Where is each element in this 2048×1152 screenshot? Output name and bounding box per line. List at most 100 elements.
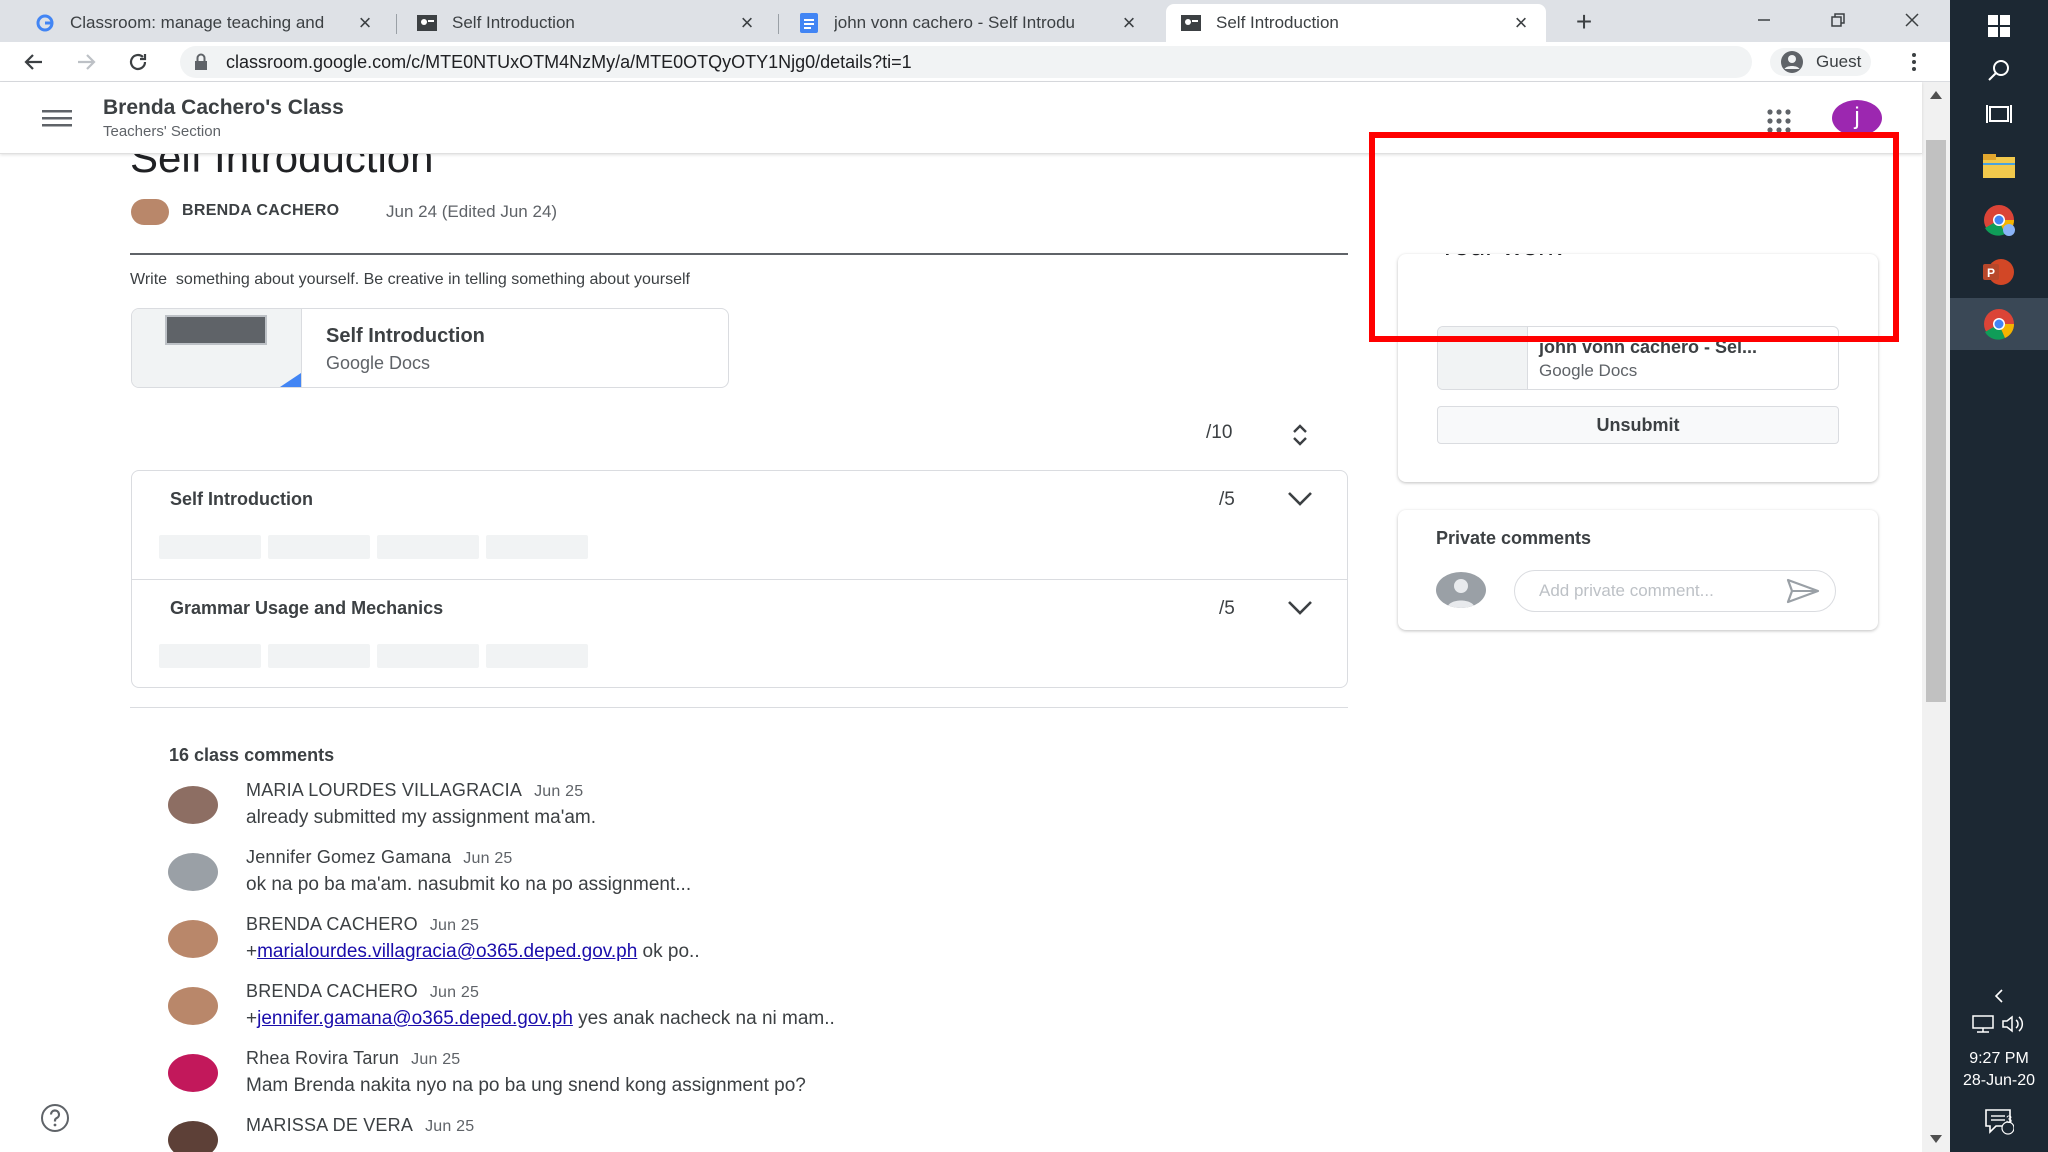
class-comments-count[interactable]: 16 class comments [169,745,334,766]
unsubmit-button[interactable]: Unsubmit [1437,406,1839,444]
attachment-card[interactable]: Self Introduction Google Docs [131,308,729,388]
network-volume-icons[interactable] [1950,1000,2048,1048]
scroll-down-arrow-icon[interactable] [1928,1132,1944,1146]
browser-tab[interactable]: john vonn cachero - Self Introdu × [784,4,1154,42]
hamburger-menu-icon[interactable] [42,106,72,130]
help-icon[interactable] [40,1103,70,1133]
class-name[interactable]: Brenda Cachero's Class [103,96,344,120]
address-bar[interactable]: classroom.google.com/c/MTE0NTUxOTM4NzMy/… [180,46,1752,78]
attachment-thumbnail [132,309,302,387]
author-name: BRENDA CACHERO [182,202,340,219]
comment-date: Jun 25 [429,984,480,1001]
class-comment: Rhea Rovira Tarun Jun 25 Mam Brenda nakit… [168,1048,1268,1108]
criterion-points: /5 [1219,598,1235,619]
chrome-icon[interactable] [1950,298,2048,350]
mention-link[interactable]: jennifer.gamana@o365.deped.gov.ph [257,1008,573,1029]
google-apps-icon[interactable] [1766,108,1792,134]
profile-icon [1781,51,1803,73]
rating-placeholder [159,535,261,559]
commenter-name: MARISSA DE VERA [246,1115,414,1135]
google-docs-icon [798,12,820,34]
tab-title: Self Introduction [452,13,575,32]
tab-separator [396,14,397,34]
assignment-title: Self Introduction [130,154,434,181]
criterion-name: Self Introduction [170,489,313,509]
commenter-avatar [168,1054,218,1092]
rubric: Self Introduction /5 Grammar Usage and M… [131,470,1348,688]
back-arrow-icon[interactable] [18,46,50,78]
tab-close-icon[interactable]: × [1510,10,1532,36]
profile-label: Guest [1816,52,1862,71]
points-total: /10 [1206,422,1233,443]
post-date: Jun 24 (Edited Jun 24) [386,202,558,221]
file-explorer-icon[interactable] [1950,140,2048,192]
browser-toolbar: classroom.google.com/c/MTE0NTUxOTM4NzMy/… [0,42,1950,82]
comment-date: Jun 25 [534,783,584,800]
comment-text: +marialourdes.villagracia@o365.deped.gov… [246,941,700,962]
rating-placeholder [486,535,588,559]
tab-title: Self Introduction [1216,13,1339,32]
class-comment: BRENDA CACHERO Jun 25 +marialourdes.villa… [168,914,1268,974]
annotation-highlight-box [1369,132,1899,342]
tab-close-icon[interactable]: × [354,10,376,36]
docs-corner-icon [277,373,301,387]
powerpoint-icon[interactable]: P [1950,246,2048,298]
tab-close-icon[interactable]: × [736,10,758,36]
send-icon[interactable] [1786,578,1820,604]
scroll-up-arrow-icon[interactable] [1928,88,1944,102]
tab-close-icon[interactable]: × [1118,10,1140,36]
lock-icon [194,52,214,72]
rubric-criterion[interactable]: Self Introduction /5 [132,471,1347,579]
comment-text: already submitted my assignment ma'am. [246,807,596,828]
commenter-avatar [168,786,218,824]
tab-separator [778,14,779,34]
comment-text: Mam Brenda nakita nyo na po ba ung snend… [246,1075,806,1096]
chevron-down-icon[interactable] [1287,600,1313,616]
class-comment: Jennifer Gomez Gamana Jun 25 ok na po ba … [168,847,1268,907]
commenter-name: BRENDA CACHERO [246,914,418,934]
classroom-icon [1180,12,1202,34]
close-window-icon[interactable] [1882,0,1942,40]
profile-button[interactable]: Guest [1770,48,1872,76]
browser-tab[interactable]: Self Introduction × [402,4,772,42]
account-avatar[interactable]: j [1832,100,1882,136]
browser-menu-icon[interactable] [1902,46,1926,78]
mention-link[interactable]: marialourdes.villagracia@o365.deped.gov.… [257,941,637,962]
class-section: Teachers' Section [103,123,221,140]
browser-tab[interactable]: Classroom: manage teaching and × [20,4,390,42]
comment-date: Jun 25 [429,917,480,934]
scrollbar-thumb[interactable] [1926,140,1946,702]
taskbar-clock-date[interactable]: 28-Jun-20 [1950,1072,2048,1090]
task-view-icon[interactable] [1950,88,2048,140]
comment-body: ok po.. [637,941,700,962]
svg-text:P: P [1987,266,1995,280]
rating-placeholder [268,644,370,668]
classroom-icon [416,12,438,34]
assignment-instructions: Write something about yourself. Be creat… [130,271,690,288]
forward-arrow-icon[interactable] [70,46,102,78]
commenter-avatar [168,987,218,1025]
notifications-icon[interactable]: 3 [1950,1096,2048,1148]
restore-icon[interactable] [1808,0,1868,40]
url-text: classroom.google.com/c/MTE0NTUxOTM4NzMy/… [226,51,912,72]
expand-collapse-icon[interactable] [1290,422,1310,448]
commenter-name: Rhea Rovira Tarun [246,1048,400,1068]
taskbar-clock-time[interactable]: 9:27 PM [1950,1050,2048,1068]
commenter-name: Jennifer Gomez Gamana [246,847,452,867]
chevron-down-icon[interactable] [1287,491,1313,507]
divider [130,253,1348,255]
minimize-icon[interactable] [1734,0,1794,40]
rating-placeholder [159,644,261,668]
file-type: Google Docs [1539,361,1638,380]
comment-date: Jun 25 [425,1118,475,1135]
reload-icon[interactable] [122,46,154,78]
comment-text: +jennifer.gamana@o365.deped.gov.ph yes a… [246,1008,835,1029]
browser-tab-strip: Classroom: manage teaching and × Self In… [0,0,1950,42]
chrome-profile-icon[interactable] [1950,194,2048,246]
criterion-points: /5 [1219,489,1235,510]
google-g-icon [34,12,56,34]
browser-tab-active[interactable]: Self Introduction × [1166,4,1546,42]
rubric-criterion[interactable]: Grammar Usage and Mechanics /5 [132,580,1347,688]
commenter-name: BRENDA CACHERO [246,981,418,1001]
new-tab-plus-icon[interactable]: + [1566,4,1602,40]
